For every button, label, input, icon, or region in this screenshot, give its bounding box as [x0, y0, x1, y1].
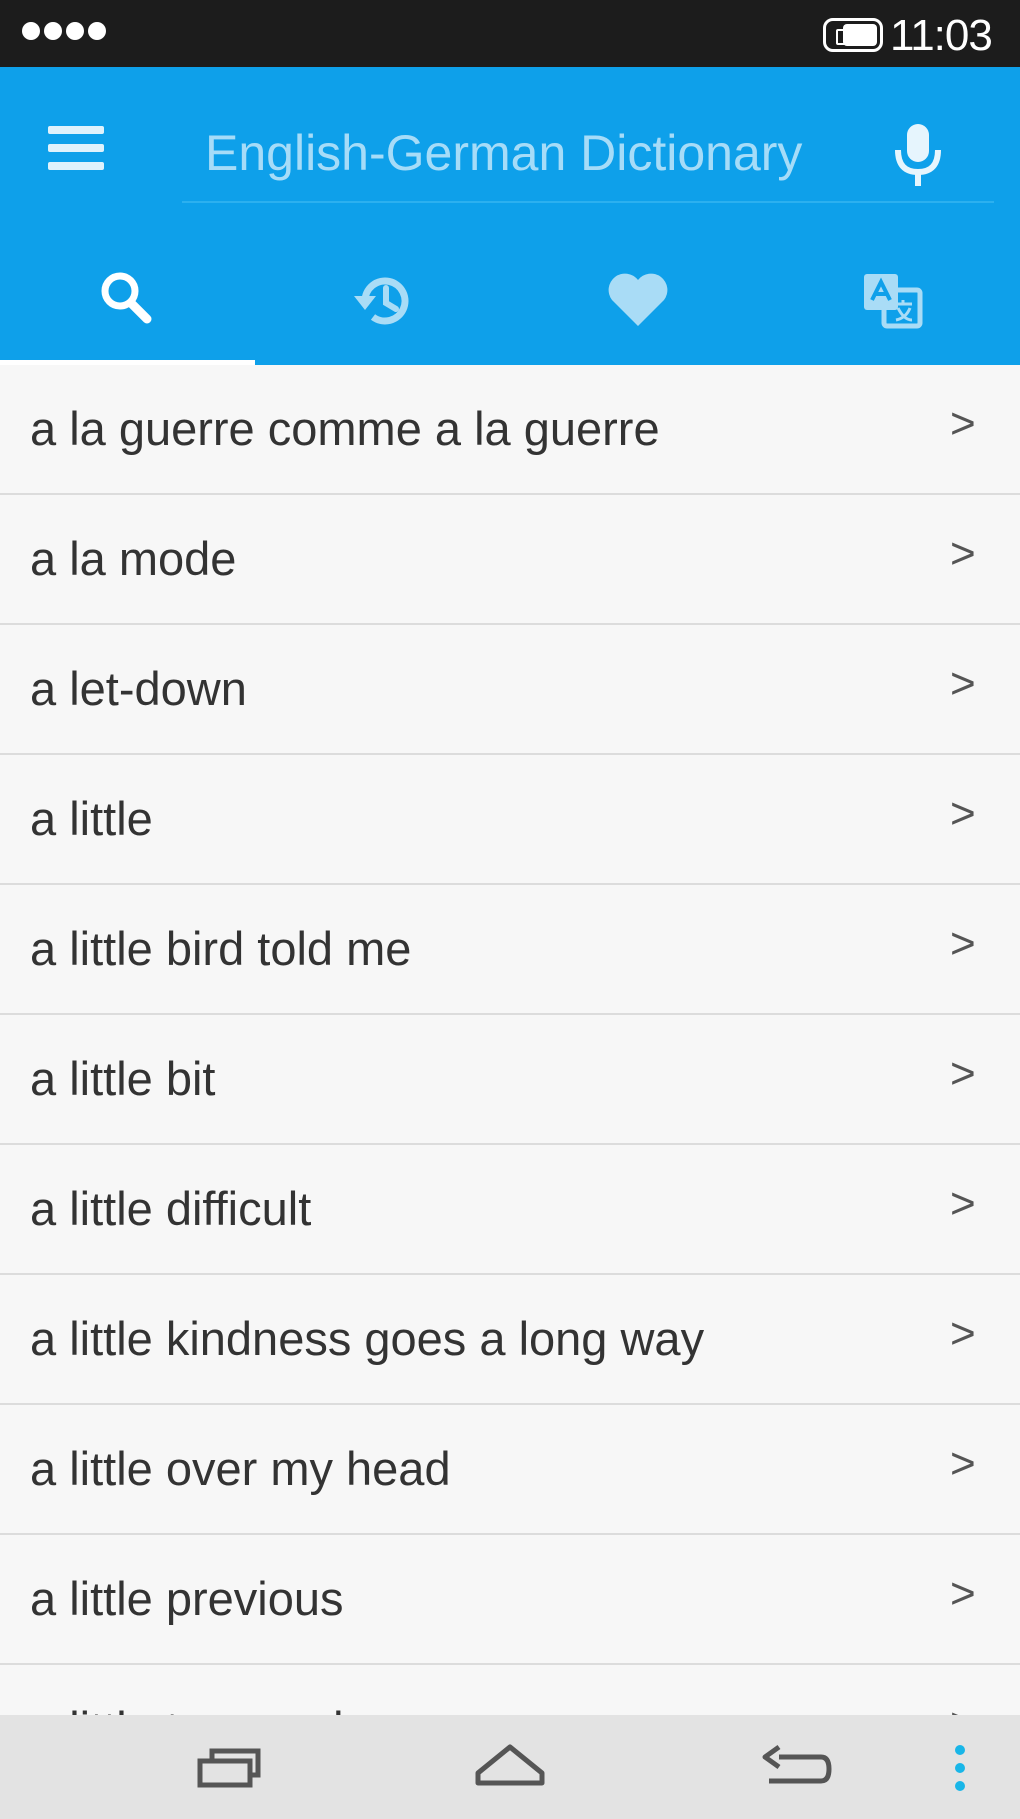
- chevron-right-icon: >: [950, 1309, 976, 1358]
- list-item-label: a little over my head: [30, 1442, 451, 1495]
- list-item-label: a la mode: [30, 532, 237, 585]
- navigation-bar: [0, 1715, 1020, 1819]
- list-item[interactable]: a little over my head >: [0, 1405, 1020, 1535]
- chevron-right-icon: >: [950, 529, 976, 578]
- list-item[interactable]: a la mode >: [0, 495, 1020, 625]
- recent-apps-icon[interactable]: [182, 1735, 272, 1799]
- list-item[interactable]: a little kindness goes a long way >: [0, 1275, 1020, 1405]
- list-item-label: a little kindness goes a long way: [30, 1312, 705, 1365]
- overflow-menu-icon[interactable]: [950, 1745, 970, 1801]
- status-time: 11:03: [890, 11, 993, 60]
- list-item[interactable]: a let-down >: [0, 625, 1020, 755]
- chevron-right-icon: >: [950, 789, 976, 838]
- battery-icon: [823, 18, 883, 52]
- status-bar: 11:03: [0, 0, 1020, 67]
- chevron-right-icon: >: [950, 1049, 976, 1098]
- list-item[interactable]: a little >: [0, 755, 1020, 885]
- tab-favorites[interactable]: [510, 250, 765, 365]
- list-item[interactable]: a little bit >: [0, 1015, 1020, 1145]
- list-item-label: a la guerre comme a la guerre: [30, 402, 660, 455]
- list-item-label: a let-down: [30, 662, 247, 715]
- list-item[interactable]: a la guerre comme a la guerre >: [0, 365, 1020, 495]
- list-item-label: a little: [30, 792, 153, 845]
- list-item-label: a little bit: [30, 1052, 216, 1105]
- list-item[interactable]: a little previous >: [0, 1535, 1020, 1665]
- microphone-icon[interactable]: [888, 120, 948, 190]
- chevron-right-icon: >: [950, 919, 976, 968]
- search-icon: [101, 272, 151, 324]
- list-item-label: a little too much: [30, 1701, 359, 1715]
- back-icon[interactable]: [750, 1735, 840, 1799]
- list-item[interactable]: a little difficult >: [0, 1145, 1020, 1275]
- chevron-right-icon: >: [950, 1179, 976, 1228]
- heart-icon: [608, 273, 667, 326]
- search-field[interactable]: English-German Dictionary: [205, 124, 802, 182]
- list-item-label: a little difficult: [30, 1182, 312, 1235]
- chevron-right-icon: >: [950, 1569, 976, 1618]
- chevron-right-icon: >: [950, 659, 976, 708]
- tab-search[interactable]: [0, 250, 255, 365]
- history-icon: [353, 277, 408, 325]
- hamburger-menu-icon[interactable]: [48, 126, 108, 174]
- tab-translate[interactable]: [765, 250, 1020, 365]
- tab-bar: [0, 250, 1020, 365]
- list-item-label: a little bird told me: [30, 922, 412, 975]
- translate-icon: [863, 274, 922, 329]
- list-item[interactable]: a little bird told me >: [0, 885, 1020, 1015]
- chevron-right-icon: >: [950, 1439, 976, 1488]
- chevron-right-icon: >: [950, 399, 976, 448]
- list-item-label: a little previous: [30, 1572, 344, 1625]
- search-underline: [182, 201, 994, 203]
- list-item[interactable]: a little too much >: [0, 1665, 1020, 1715]
- chevron-right-icon: >: [950, 1699, 976, 1715]
- tab-history[interactable]: [255, 250, 510, 365]
- signal-dots-icon: [22, 22, 106, 40]
- home-icon[interactable]: [465, 1735, 555, 1799]
- word-list[interactable]: a la guerre comme a la guerre > a la mode >…: [0, 365, 1020, 1715]
